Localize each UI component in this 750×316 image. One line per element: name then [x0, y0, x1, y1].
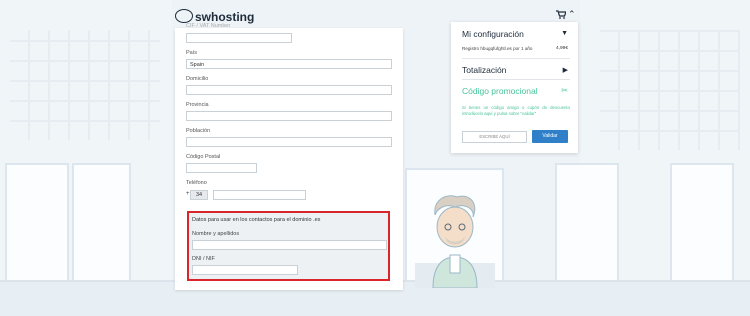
vat-input[interactable]: [186, 33, 292, 43]
address-input[interactable]: [186, 85, 392, 95]
chevron-down-icon[interactable]: ▼: [561, 30, 568, 37]
bg-window-left: [5, 163, 69, 282]
bg-grid-left: [10, 30, 160, 140]
city-label: Población: [186, 128, 211, 134]
bg-grid-right: [600, 30, 740, 150]
city-input[interactable]: [186, 137, 392, 147]
cart-item-price: 4,99€: [555, 46, 568, 51]
address-label: Domicilio: [186, 76, 209, 82]
divider: [462, 79, 570, 80]
scissors-icon: ✂: [561, 86, 568, 95]
promo-code-input[interactable]: ESCRIBE AQUÍ: [462, 131, 527, 143]
cutoff-label: CIF / VAT Number: [186, 23, 231, 29]
logo[interactable]: swhosting: [175, 9, 255, 24]
bg-window-right-2: [670, 163, 734, 282]
dni-input[interactable]: [192, 265, 298, 275]
config-title[interactable]: Mi configuración: [462, 29, 524, 39]
phone-prefix[interactable]: 34: [190, 190, 208, 200]
name-label: Nombre y apellidos: [192, 231, 240, 237]
cart-item-text: Registro hbugqfufghtl.es por 1 año: [462, 46, 533, 51]
bg-window-left-2: [72, 163, 131, 282]
phone-plus: +: [186, 191, 190, 197]
cart-summary-panel: Mi configuración ▼ Registro hbugqfufghtl…: [451, 22, 578, 153]
bg-window-right: [555, 163, 619, 282]
domain-section-title: Datos para usar en los contactos para el…: [192, 217, 321, 223]
promo-title: Código promocional: [462, 86, 538, 96]
logo-ring-icon: [175, 9, 193, 23]
postal-input[interactable]: [186, 163, 257, 173]
total-title[interactable]: Totalización: [462, 65, 506, 75]
validate-button[interactable]: Validar: [532, 130, 568, 143]
province-input[interactable]: [186, 111, 392, 121]
promo-text: Si tienes un código amigo o cupón de des…: [462, 105, 570, 116]
cart-icon[interactable]: [556, 10, 567, 22]
phone-label: Teléfono: [186, 180, 207, 186]
postal-label: Código Postal: [186, 154, 221, 160]
chevron-up-icon[interactable]: ⌃: [568, 9, 576, 20]
name-input[interactable]: [192, 240, 387, 250]
dni-label: DNI / NIF: [192, 256, 215, 262]
character-illustration: [415, 195, 495, 288]
domain-contact-section: Datos para usar en los contactos para el…: [187, 211, 390, 281]
chevron-right-icon[interactable]: ▶: [563, 66, 568, 74]
billing-form: CIF / VAT Number País Spain Domicilio Pr…: [175, 23, 403, 290]
logo-text: swhosting: [195, 10, 255, 24]
country-label: País: [186, 50, 198, 56]
country-select[interactable]: Spain: [186, 59, 392, 69]
phone-input[interactable]: [213, 190, 306, 200]
divider: [462, 58, 570, 59]
province-label: Provincia: [186, 102, 209, 108]
